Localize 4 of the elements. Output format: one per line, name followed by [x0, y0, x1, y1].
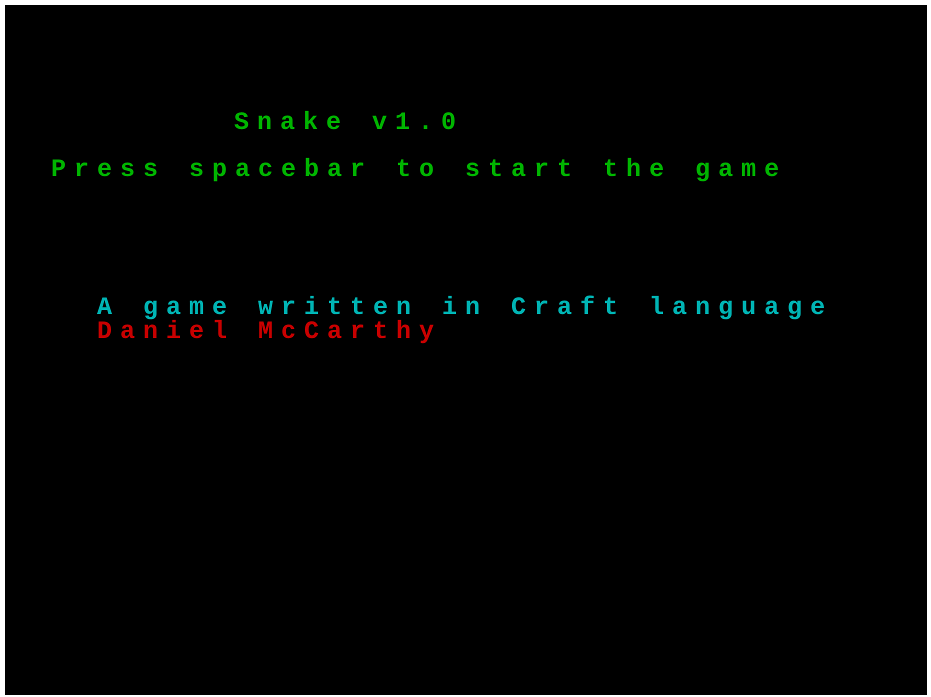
credit-text: A game written in Craft language: [97, 296, 834, 320]
game-title: Snake v1.0: [234, 111, 464, 135]
author-name: Daniel McCarthy: [97, 320, 442, 344]
start-prompt: Press spacebar to start the game: [51, 158, 788, 182]
